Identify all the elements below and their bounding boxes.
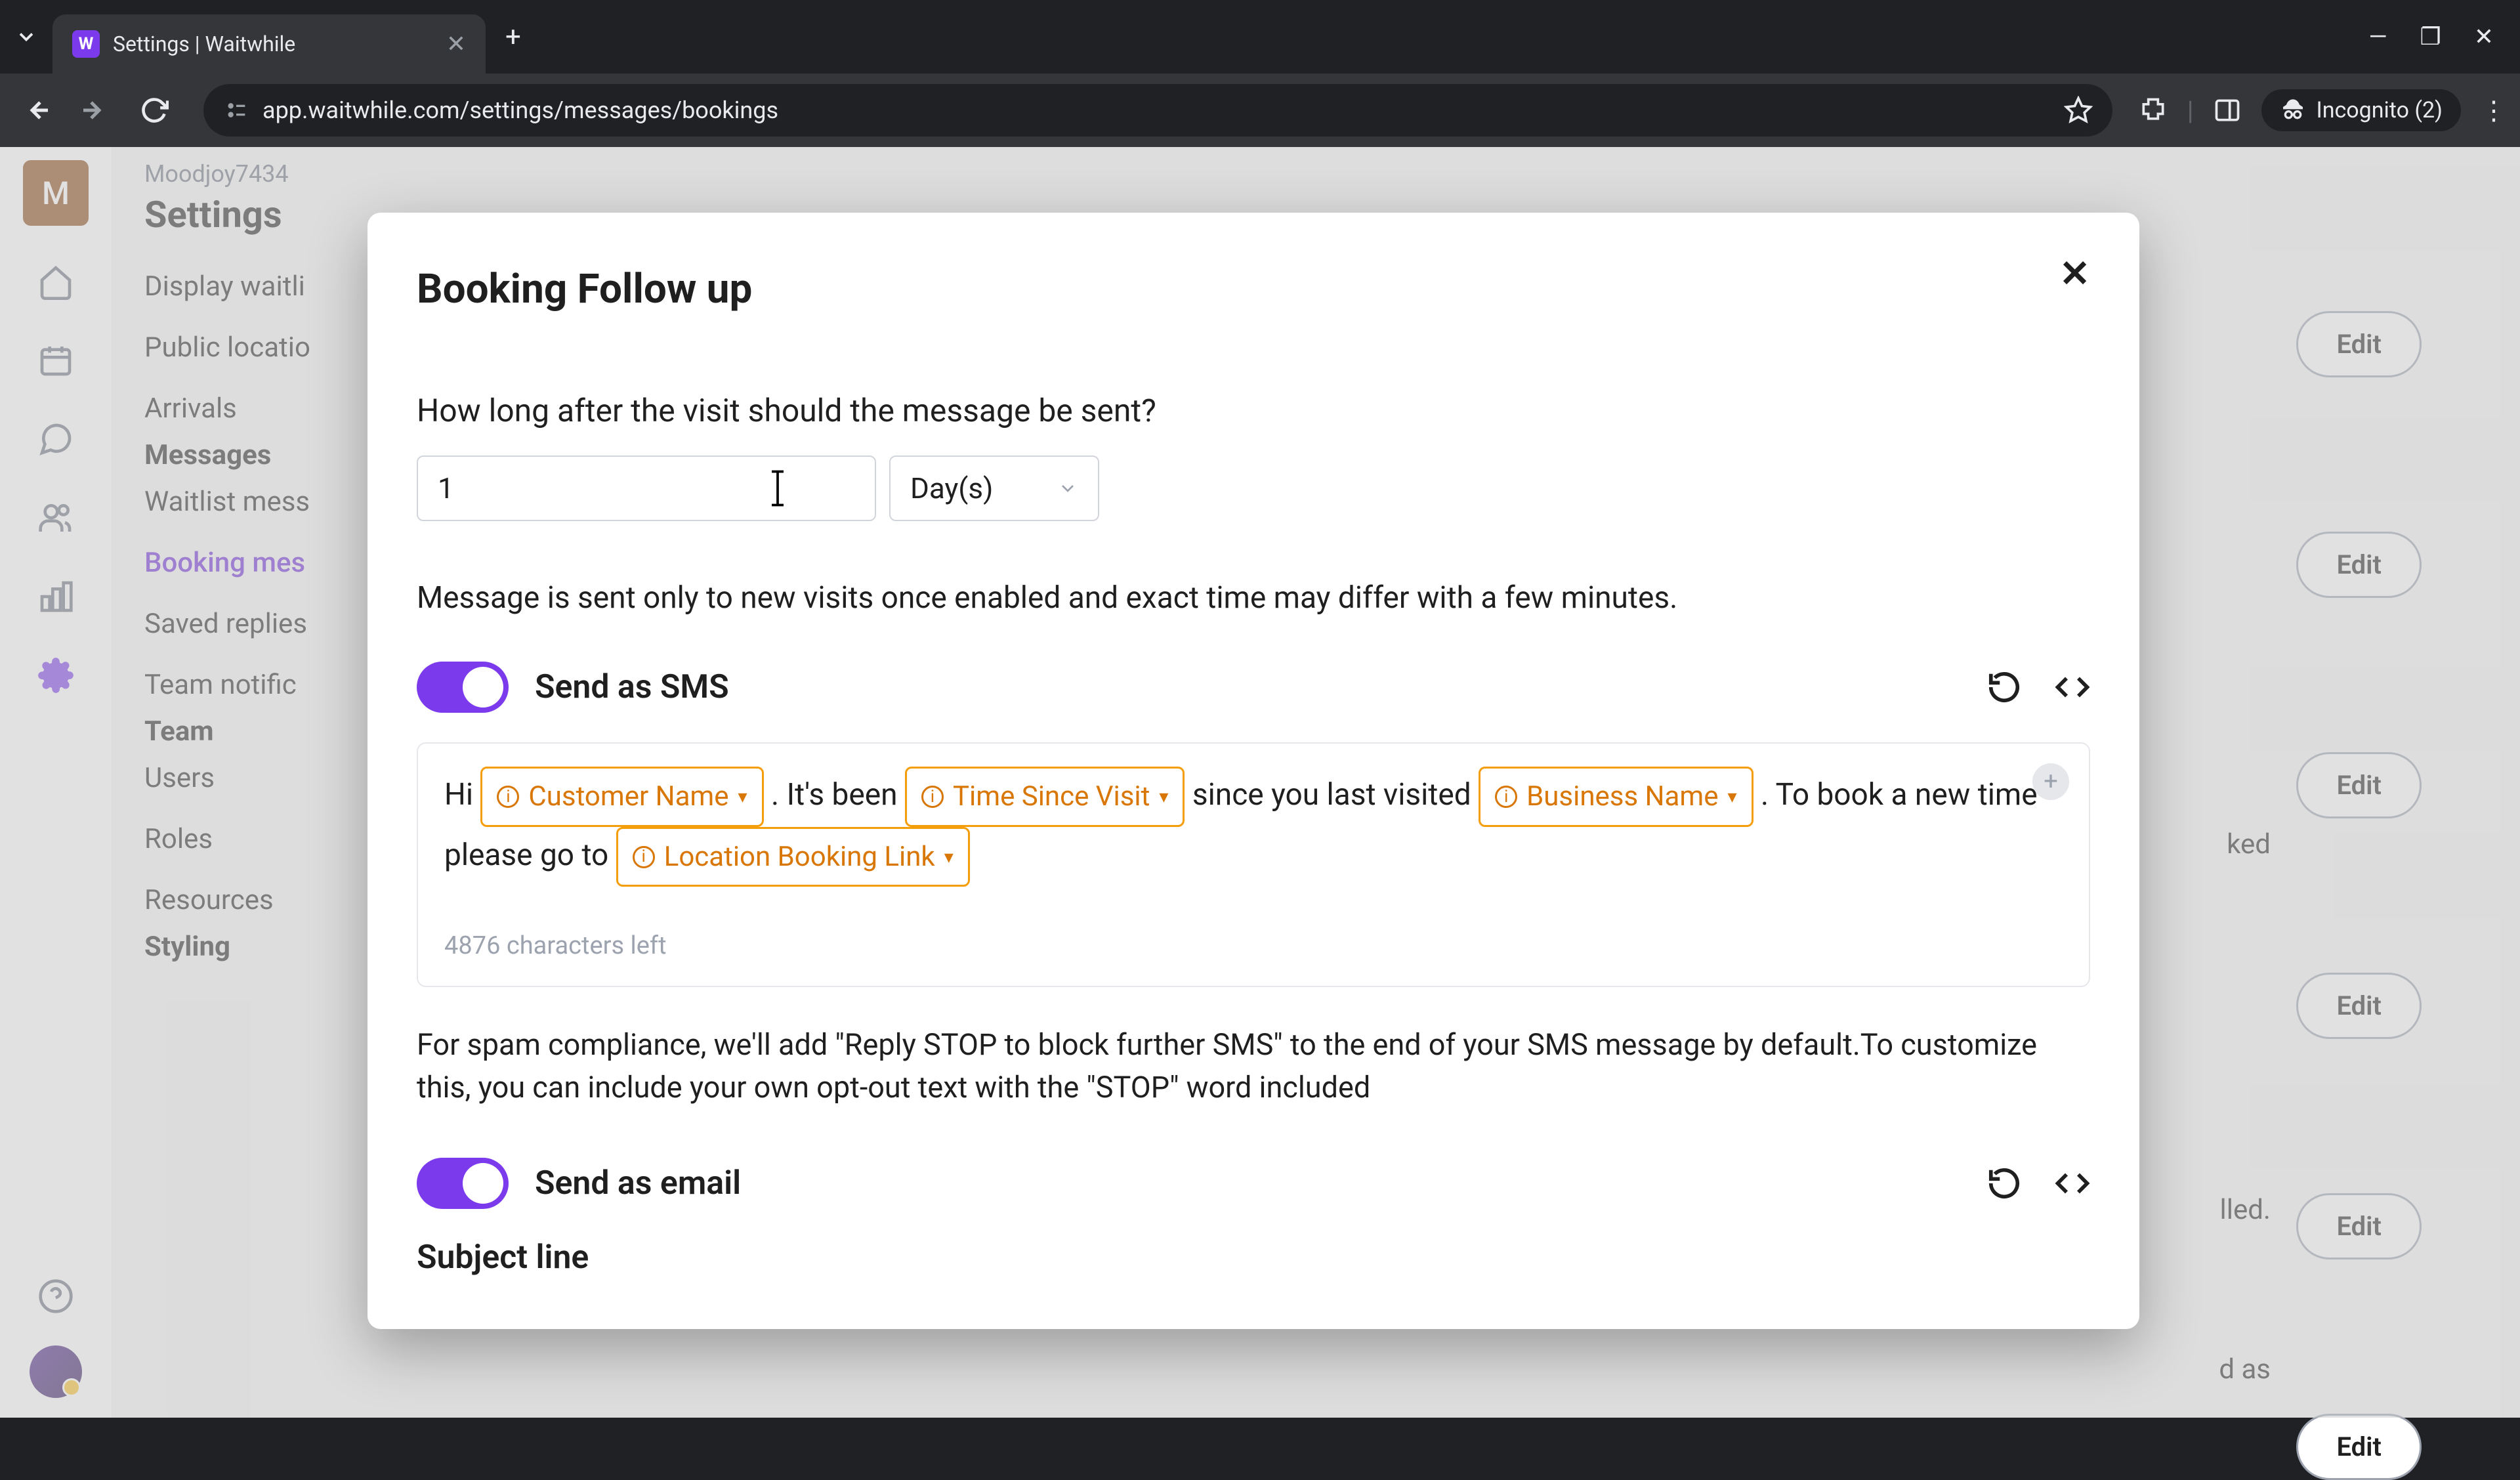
address-bar[interactable]: app.waitwhile.com/settings/messages/book… [203,84,2112,137]
sms-toggle-label: Send as SMS [535,668,1960,706]
divider: | [2187,95,2194,126]
chevron-down-icon [1057,478,1078,499]
delay-unit-select[interactable]: Day(s) [889,455,1099,521]
add-token-button[interactable]: + [2032,763,2069,800]
close-icon[interactable]: ✕ [2059,252,2090,295]
text-cursor-icon [768,469,788,508]
chrome-menu-icon[interactable]: ⋮ [2481,95,2507,126]
reload-button[interactable] [131,87,177,133]
token-location-booking-link[interactable]: iLocation Booking Link▾ [616,827,970,887]
booking-followup-modal: Booking Follow up ✕ How long after the v… [368,213,2139,1329]
token-business-name[interactable]: iBusiness Name▾ [1479,767,1753,827]
incognito-badge[interactable]: Incognito (2) [2261,89,2461,131]
email-toggle-label: Send as email [535,1164,1960,1202]
tab-title: Settings | Waitwhile [113,32,433,56]
tabs-dropdown[interactable] [7,17,46,56]
delay-question: How long after the visit should the mess… [417,392,2090,429]
tab-close-icon[interactable]: ✕ [446,30,466,58]
reset-icon[interactable] [1986,1166,2022,1201]
browser-tab[interactable]: W Settings | Waitwhile ✕ [52,14,486,74]
delay-note: Message is sent only to new visits once … [417,580,2090,616]
char-count: 4876 characters left [444,923,2063,969]
site-info-icon[interactable] [223,97,249,123]
compliance-note: For spam compliance, we'll add "Reply ST… [417,1023,2090,1109]
subject-line-label: Subject line [417,1238,2090,1277]
url-text: app.waitwhile.com/settings/messages/book… [262,96,2051,124]
token-time-since-visit[interactable]: iTime Since Visit▾ [905,767,1185,827]
token-customer-name[interactable]: iCustomer Name▾ [480,767,763,827]
sms-toggle[interactable] [417,662,509,713]
new-tab-button[interactable]: + [505,21,521,53]
maximize-icon[interactable]: ❐ [2420,23,2441,51]
reset-icon[interactable] [1986,669,2022,705]
email-toggle[interactable] [417,1158,509,1209]
code-icon[interactable] [2055,669,2090,705]
edit-button[interactable]: Edit [2296,1414,2422,1480]
tab-strip: W Settings | Waitwhile ✕ + — ❐ ✕ [0,0,2520,74]
forward-button[interactable] [72,87,118,133]
app-viewport: M Moodjoy7434 Settings Display waitli Pu… [0,147,2520,1418]
extensions-icon[interactable] [2139,96,2168,125]
delay-unit-label: Day(s) [910,471,993,505]
bookmark-icon[interactable] [2064,96,2093,125]
msg-text: Hi [444,777,480,813]
back-button[interactable] [13,87,59,133]
close-window-icon[interactable]: ✕ [2474,23,2494,51]
sms-message-editor[interactable]: Hi iCustomer Name▾ . It's been iTime Sin… [417,742,2090,987]
modal-title: Booking Follow up [417,265,2090,313]
code-icon[interactable] [2055,1166,2090,1201]
tab-favicon: W [72,30,100,58]
delay-value-input[interactable] [417,455,876,521]
window-controls: — ❐ ✕ [2368,23,2520,51]
side-panel-icon[interactable] [2213,96,2242,125]
msg-text: . It's been [771,777,905,813]
browser-toolbar: app.waitwhile.com/settings/messages/book… [0,74,2520,147]
incognito-label: Incognito (2) [2316,97,2443,123]
msg-text: since you last visited [1192,777,1479,813]
minimize-icon[interactable]: — [2368,23,2387,51]
